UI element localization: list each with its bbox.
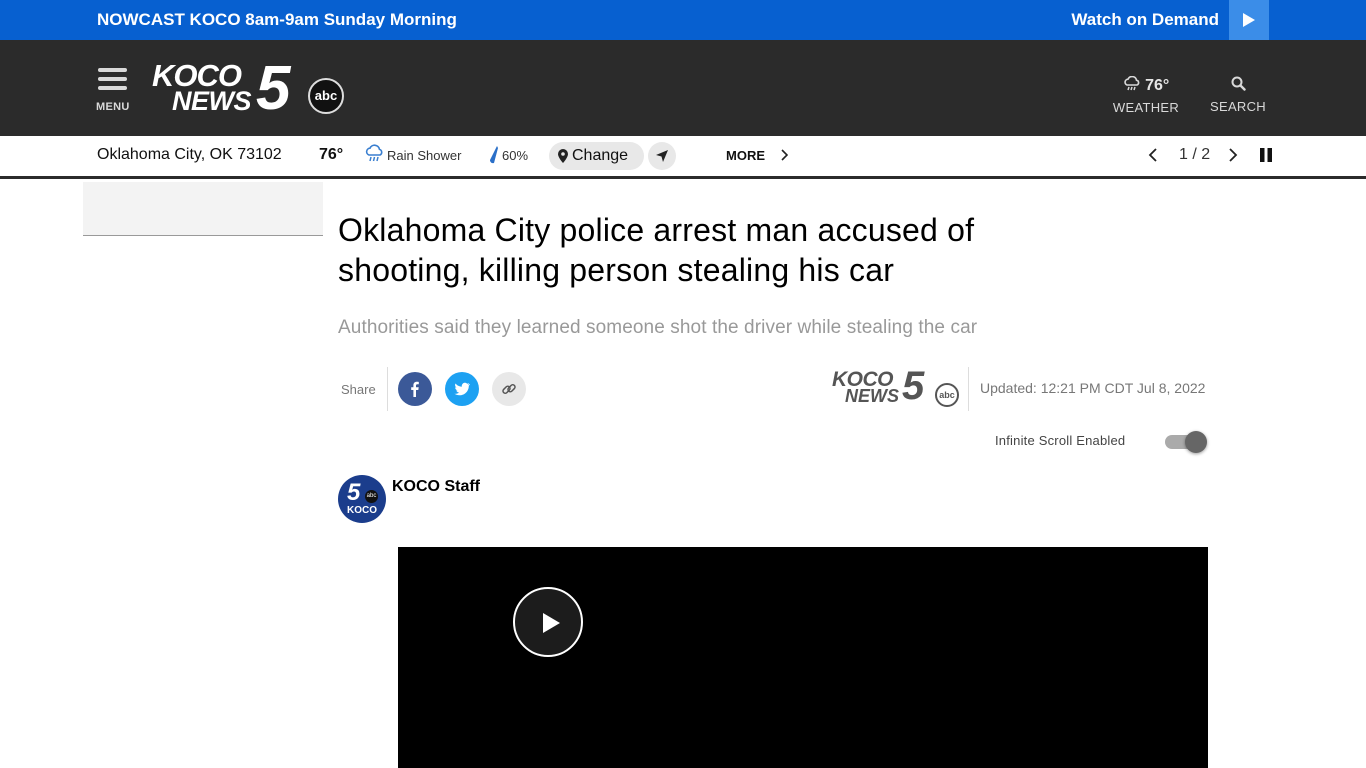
promo-bar: NOWCAST KOCO 8am-9am Sunday Morning Watc…: [0, 0, 1366, 40]
share-twitter-button[interactable]: [445, 372, 479, 406]
watch-on-demand-play-button[interactable]: [1229, 0, 1269, 40]
site-logo[interactable]: KOCO NEWS 5 abc: [152, 54, 347, 123]
weather-condition: Rain Shower: [364, 144, 461, 166]
hamburger-icon-bar: [98, 86, 127, 90]
link-icon: [502, 383, 516, 395]
hamburger-icon-bar: [98, 77, 127, 81]
play-icon: [1243, 13, 1255, 27]
koco-news-logo: KOCO NEWS 5 abc: [832, 364, 960, 408]
pause-icon[interactable]: [1259, 148, 1273, 162]
hamburger-icon: [98, 68, 127, 72]
share-divider: [387, 367, 388, 411]
pager-count: 1 / 2: [1179, 146, 1211, 163]
header-search-button[interactable]: SEARCH: [1205, 76, 1271, 120]
article-headline: Oklahoma City police arrest man accused …: [338, 212, 975, 288]
weather-pager: 1 / 2: [1148, 145, 1278, 167]
rain-chance-text: 60%: [502, 148, 529, 163]
facebook-icon: [411, 381, 419, 397]
author-avatar[interactable]: 5 abc KOCO: [338, 475, 386, 523]
use-my-location-button[interactable]: [648, 142, 676, 170]
copy-link-button[interactable]: [492, 372, 526, 406]
menu-button[interactable]: MENU: [96, 68, 130, 116]
updated-divider: [968, 367, 969, 411]
nowcast-link[interactable]: NOWCAST KOCO 8am-9am Sunday Morning: [97, 0, 457, 40]
chevron-right-icon[interactable]: [1228, 147, 1238, 163]
byline-logo-news: NEWS: [845, 386, 899, 406]
chevron-left-icon[interactable]: [1148, 147, 1158, 163]
rain-chance: 60%: [487, 145, 528, 167]
weather-location[interactable]: Oklahoma City, OK 73102: [97, 146, 282, 164]
byline-logo-abc: abc: [935, 383, 959, 407]
change-location-button[interactable]: Change: [549, 142, 644, 170]
header-weather-temp: 76°: [1145, 77, 1170, 94]
location-arrow-icon: [656, 150, 668, 162]
infinite-scroll-label: Infinite Scroll Enabled: [995, 433, 1126, 448]
author-name[interactable]: KOCO Staff: [392, 478, 480, 496]
change-location-label: Change: [572, 147, 629, 164]
share-facebook-button[interactable]: [398, 372, 432, 406]
byline-logo-five: 5: [902, 364, 925, 408]
sidebar-ad-placeholder: [83, 182, 323, 236]
video-player[interactable]: [398, 547, 1208, 768]
twitter-icon: [454, 382, 470, 396]
more-weather-button[interactable]: MORE: [726, 148, 788, 163]
more-weather-label: MORE: [726, 148, 765, 163]
raindrop-icon: [489, 146, 498, 164]
logo-five-text: 5: [256, 54, 291, 123]
weather-temp: 76°: [319, 146, 344, 163]
header-weather-button[interactable]: 76° WEATHER: [1110, 75, 1182, 120]
header-search-label: SEARCH: [1210, 99, 1266, 114]
logo-abc-badge: abc: [308, 78, 344, 114]
chevron-right-icon: [781, 149, 788, 161]
location-pin-icon: [558, 149, 568, 163]
share-label: Share: [341, 382, 376, 397]
video-play-button[interactable]: [513, 587, 583, 657]
avatar-abc: abc: [365, 490, 378, 503]
logo-news-text: NEWS: [172, 86, 252, 116]
avatar-five: 5: [347, 479, 361, 506]
site-header: MENU KOCO NEWS 5 abc 76° WEATHER SEARCH: [0, 40, 1366, 136]
rain-cloud-icon: [1123, 75, 1140, 91]
menu-label: MENU: [96, 101, 130, 113]
rain-shower-icon: [365, 144, 383, 162]
search-icon: [1231, 76, 1246, 91]
play-icon: [543, 613, 560, 633]
article-subhead: Authorities said they learned someone sh…: [338, 317, 978, 338]
updated-timestamp: Updated: 12:21 PM CDT Jul 8, 2022: [980, 380, 1206, 396]
weather-strip: Oklahoma City, OK 73102 76° Rain Shower …: [0, 136, 1366, 179]
weather-condition-text: Rain Shower: [387, 148, 462, 163]
toggle-knob: [1185, 431, 1207, 453]
infinite-scroll-toggle[interactable]: [1165, 431, 1207, 453]
watch-on-demand-link[interactable]: Watch on Demand: [1071, 0, 1219, 40]
header-weather-label: WEATHER: [1112, 100, 1180, 115]
avatar-koco: KOCO: [347, 505, 377, 516]
